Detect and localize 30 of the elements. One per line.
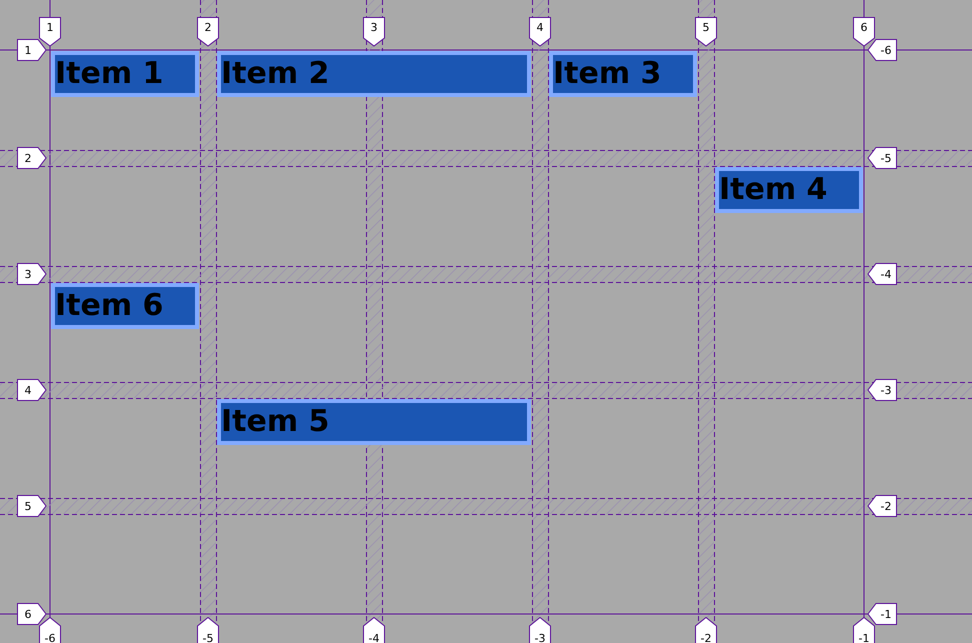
row-line-number: -2 <box>867 495 897 517</box>
column-line-number: 5 <box>695 17 717 47</box>
column-line-number: 4 <box>529 17 551 47</box>
column-line-number: 2 <box>197 17 219 47</box>
column-line-number: -6 <box>39 617 61 643</box>
column-line-number: -2 <box>695 617 717 643</box>
row-line-number: 4 <box>17 379 47 401</box>
column-line-number: 1 <box>39 17 61 47</box>
row-line-number: 1 <box>17 39 47 61</box>
column-line-number: 3 <box>363 17 385 47</box>
row-line-number: 3 <box>17 263 47 285</box>
column-line-number: -4 <box>363 617 385 643</box>
row-line-number: -1 <box>867 603 897 625</box>
row-line-number: 2 <box>17 147 47 169</box>
row-line-number: 5 <box>17 495 47 517</box>
grid-item: Item 6 <box>51 283 199 329</box>
column-line-number: -5 <box>197 617 219 643</box>
column-line-number: -1 <box>853 617 875 643</box>
column-line-number: 6 <box>853 17 875 47</box>
column-line-number: -3 <box>529 617 551 643</box>
row-line-number: -5 <box>867 147 897 169</box>
row-line-number: -3 <box>867 379 897 401</box>
row-line-number: 6 <box>17 603 47 625</box>
grid-item: Item 5 <box>217 399 531 445</box>
row-line-number: -4 <box>867 263 897 285</box>
row-line-number: -6 <box>867 39 897 61</box>
grid-item: Item 4 <box>715 167 863 213</box>
grid-item: Item 2 <box>217 51 531 97</box>
grid-item: Item 1 <box>51 51 199 97</box>
grid-item: Item 3 <box>549 51 697 97</box>
